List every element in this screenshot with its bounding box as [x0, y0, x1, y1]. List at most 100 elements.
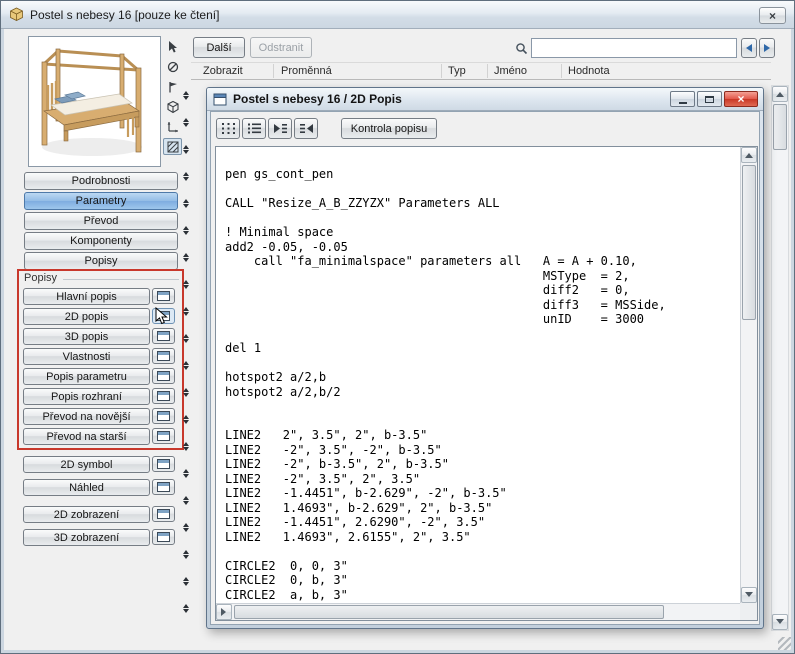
window-icon — [157, 351, 170, 361]
window-button-prevod-na-novejsi[interactable] — [152, 408, 175, 424]
script-button-hlavni-popis[interactable]: Hlavní popis — [23, 288, 150, 305]
window-button-nahled[interactable] — [152, 479, 175, 495]
scroll-up-button[interactable] — [772, 86, 788, 102]
script-button-3d-popis[interactable]: 3D popis — [23, 328, 150, 345]
prev-section-button[interactable] — [294, 118, 318, 139]
row-reorder-spinner[interactable] — [180, 575, 192, 588]
row-reorder-spinner[interactable] — [180, 602, 192, 615]
find-next-button[interactable] — [759, 38, 775, 58]
row-reorder-spinner[interactable] — [180, 251, 192, 264]
column-hodnota: Hodnota — [568, 65, 610, 77]
script-button-3d-zobrazeni[interactable]: 3D zobrazení — [23, 529, 150, 546]
window-title: Postel s nebesy 16 [pouze ke čtení] — [30, 8, 219, 22]
code-editor[interactable]: pen gs_cont_pen CALL "Resize_A_B_ZZYZX" … — [215, 146, 758, 621]
caption-buttons: × — [670, 91, 758, 107]
line-numbers-button[interactable] — [242, 118, 266, 139]
scroll-up-button[interactable] — [741, 147, 757, 163]
window-button-3d-zobrazeni[interactable] — [152, 529, 175, 545]
row-reorder-spinner[interactable] — [180, 386, 192, 399]
close-button[interactable]: × — [759, 7, 786, 24]
scroll-down-button[interactable] — [741, 587, 757, 603]
window-button-2d-symbol[interactable] — [152, 456, 175, 472]
nav-button-popisy[interactable]: Popisy — [24, 252, 178, 270]
script-button-2d-symbol[interactable]: 2D symbol — [23, 456, 150, 473]
row-reorder-spinner[interactable] — [180, 440, 192, 453]
scrollbar-thumb[interactable] — [234, 605, 664, 619]
scroll-right-button[interactable] — [216, 604, 232, 620]
scrollbar-thumb[interactable] — [773, 104, 787, 150]
parameters-scrollbar[interactable] — [771, 85, 789, 631]
axes-icon — [166, 120, 180, 134]
search-input[interactable] — [531, 38, 737, 58]
object-preview[interactable] — [28, 36, 161, 167]
row-reorder-spinner[interactable] — [180, 305, 192, 318]
row-reorder-spinner[interactable] — [180, 467, 192, 480]
row-reorder-spinner[interactable] — [180, 521, 192, 534]
nav-button-podrobnosti[interactable]: Podrobnosti — [24, 172, 178, 190]
row-reorder-spinner[interactable] — [180, 116, 192, 129]
resize-grip[interactable] — [778, 637, 791, 650]
row-reorder-spinner[interactable] — [180, 494, 192, 507]
script-button-popis-parametru[interactable]: Popis parametru — [23, 368, 150, 385]
next-button[interactable]: Další — [193, 37, 245, 58]
window-button-hlavni-popis[interactable] — [152, 288, 175, 304]
window-icon — [157, 509, 170, 519]
find-previous-button[interactable] — [741, 38, 757, 58]
maximize-button[interactable] — [697, 91, 722, 107]
nav-button-parametry[interactable]: Parametry — [24, 192, 178, 210]
row-reorder-spinner[interactable] — [180, 170, 192, 183]
cube-icon — [166, 100, 180, 114]
row-reorder-spinner[interactable] — [180, 332, 192, 345]
row-reorder-spinner[interactable] — [180, 89, 192, 102]
pointer-tool-button[interactable] — [163, 38, 182, 55]
close-icon: × — [737, 93, 744, 105]
row-reorder-spinner[interactable] — [180, 413, 192, 426]
editor-horizontal-scrollbar[interactable] — [216, 603, 740, 620]
scrollbar-thumb[interactable] — [742, 165, 756, 320]
next-section-button[interactable] — [268, 118, 292, 139]
gdl-code[interactable]: pen gs_cont_pen CALL "Resize_A_B_ZZYZX" … — [216, 147, 740, 603]
window-button-2d-zobrazeni[interactable] — [152, 506, 175, 522]
script-button-2d-zobrazeni[interactable]: 2D zobrazení — [23, 506, 150, 523]
column-zobrazit: Zobrazit — [203, 65, 243, 77]
popisy-group-label: Popisy — [24, 272, 57, 284]
script-button-popis-rozhrani[interactable]: Popis rozhraní — [23, 388, 150, 405]
scroll-down-button[interactable] — [772, 614, 788, 630]
circle-tool-button[interactable] — [163, 58, 182, 75]
row-reorder-spinner[interactable] — [180, 197, 192, 210]
list-icon — [247, 122, 262, 135]
window-button-prevod-na-starsi[interactable] — [152, 428, 175, 444]
hotspot-grid-button[interactable] — [216, 118, 240, 139]
script-window-title: Postel s nebesy 16 / 2D Popis — [233, 92, 402, 106]
row-reorder-spinner[interactable] — [180, 143, 192, 156]
close-script-button[interactable]: × — [724, 91, 758, 107]
window-button-popis-parametru[interactable] — [152, 368, 175, 384]
row-reorder-spinner[interactable] — [180, 224, 192, 237]
nav-button-komponenty[interactable]: Komponenty — [24, 232, 178, 250]
window-icon — [157, 482, 170, 492]
circle-slash-icon — [166, 60, 180, 74]
script-button-prevod-na-novejsi[interactable]: Převod na novější — [23, 408, 150, 425]
script-button-2d-popis[interactable]: 2D popis — [23, 308, 150, 325]
script-window-titlebar[interactable]: Postel s nebesy 16 / 2D Popis × — [207, 88, 763, 111]
row-reorder-spinner[interactable] — [180, 278, 192, 291]
script-button-vlastnosti[interactable]: Vlastnosti — [23, 348, 150, 365]
editor-vertical-scrollbar[interactable] — [740, 147, 757, 603]
minimize-button[interactable] — [670, 91, 695, 107]
script-button-nahled[interactable]: Náhled — [23, 479, 150, 496]
down-arrow-icon — [776, 619, 784, 628]
window-button-3d-popis[interactable] — [152, 328, 175, 344]
check-script-button[interactable]: Kontrola popisu — [341, 118, 437, 139]
script-button-prevod-na-starsi[interactable]: Převod na starší — [23, 428, 150, 445]
titlebar[interactable]: Postel s nebesy 16 [pouze ke čtení] — [1, 1, 794, 29]
row-reorder-spinner[interactable] — [180, 359, 192, 372]
flag-icon — [166, 80, 180, 94]
script-row: 2D symbol — [23, 456, 179, 473]
nav-button-prevod[interactable]: Převod — [24, 212, 178, 230]
script-row: Popis rozhraní — [23, 388, 179, 405]
row-reorder-spinner[interactable] — [180, 548, 192, 561]
column-typ: Typ — [448, 65, 466, 77]
window-button-popis-rozhrani[interactable] — [152, 388, 175, 404]
window-button-vlastnosti[interactable] — [152, 348, 175, 364]
object-editor-window: Postel s nebesy 16 [pouze ke čtení] × — [0, 0, 795, 654]
